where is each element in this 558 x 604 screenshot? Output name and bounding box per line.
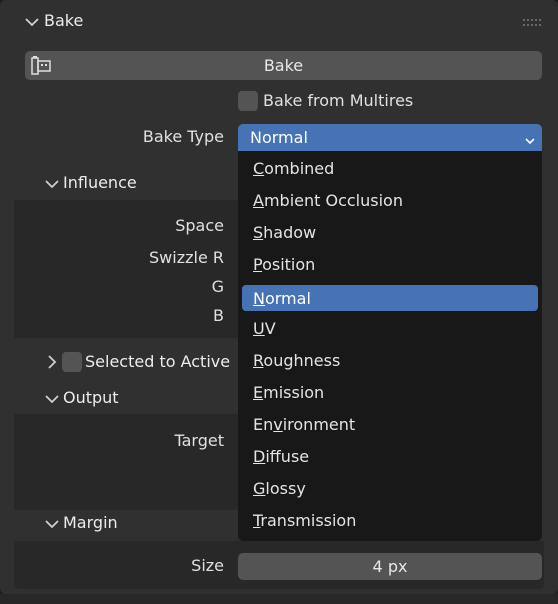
size-label: Size [191,556,224,575]
output-title[interactable]: Output [63,388,119,407]
bake-type-option-environment[interactable]: Environment [253,413,355,439]
menu-item-label: Shadow [253,223,317,242]
influence-collapse-chevron-icon[interactable] [44,176,60,196]
selected-to-active-expand-chevron-icon[interactable] [44,354,60,374]
bake-type-option-diffuse[interactable]: Diffuse [253,445,309,471]
menu-item-label: Combined [253,159,335,178]
bake-from-multires-checkbox[interactable] [238,91,258,111]
bake-type-option-normal[interactable]: Normal [242,285,538,311]
space-label: Space [175,216,224,235]
bake-type-value: Normal [250,128,308,147]
bake-from-multires-label[interactable]: Bake from Multires [263,91,413,110]
menu-item-label: Glossy [253,479,306,498]
chevron-down-icon [524,132,536,151]
bake-type-option-transmission[interactable]: Transmission [253,509,356,535]
menu-item-label: Emission [253,383,325,402]
margin-collapse-chevron-icon[interactable] [44,516,60,536]
drag-handle-icon[interactable] [522,15,542,34]
bake-type-option-glossy[interactable]: Glossy [253,477,306,503]
panel-title[interactable]: Bake [44,11,83,30]
menu-item-label: Roughness [253,351,341,370]
margin-size-field[interactable]: 4 px [238,553,542,580]
panel-collapse-chevron-icon[interactable] [24,14,40,34]
influence-title[interactable]: Influence [63,173,137,192]
output-subpanel [14,414,252,510]
bake-type-dropdown-menu: Combined Ambient Occlusion Shadow Position N… [238,151,542,541]
menu-item-label: UV [253,319,276,338]
bake-button[interactable]: Bake [25,51,542,80]
menu-item-label: Normal [253,289,311,308]
bake-type-option-shadow[interactable]: Shadow [253,221,316,247]
swizzle-b-label: B [213,306,224,325]
bake-type-option-roughness[interactable]: Roughness [253,349,340,375]
bake-type-option-uv[interactable]: UV [253,317,276,343]
margin-size-value: 4 px [372,557,408,576]
bake-type-select[interactable]: Normal [238,124,542,151]
menu-item-label: Position [253,255,316,274]
bake-type-option-position[interactable]: Position [253,253,315,279]
bake-type-option-combined[interactable]: Combined [253,157,334,183]
menu-item-label: Environment [253,415,356,434]
menu-item-label: Diffuse [253,447,310,466]
output-collapse-chevron-icon[interactable] [44,391,60,411]
swizzle-r-label: Swizzle R [149,248,224,267]
bake-type-option-ambient-occlusion[interactable]: Ambient Occlusion [253,189,403,215]
selected-to-active-title[interactable]: Selected to Active [85,352,230,371]
bake-button-label: Bake [263,56,304,75]
target-label: Target [174,431,225,450]
swizzle-g-label: G [211,277,224,296]
bake-type-label: Bake Type [142,127,224,146]
menu-item-label: Transmission [253,511,357,530]
selected-to-active-checkbox[interactable] [62,352,82,372]
margin-title[interactable]: Margin [63,513,118,532]
menu-item-label: Ambient Occlusion [253,191,403,210]
bake-type-option-emission[interactable]: Emission [253,381,324,407]
next-panel-edge [0,594,558,604]
